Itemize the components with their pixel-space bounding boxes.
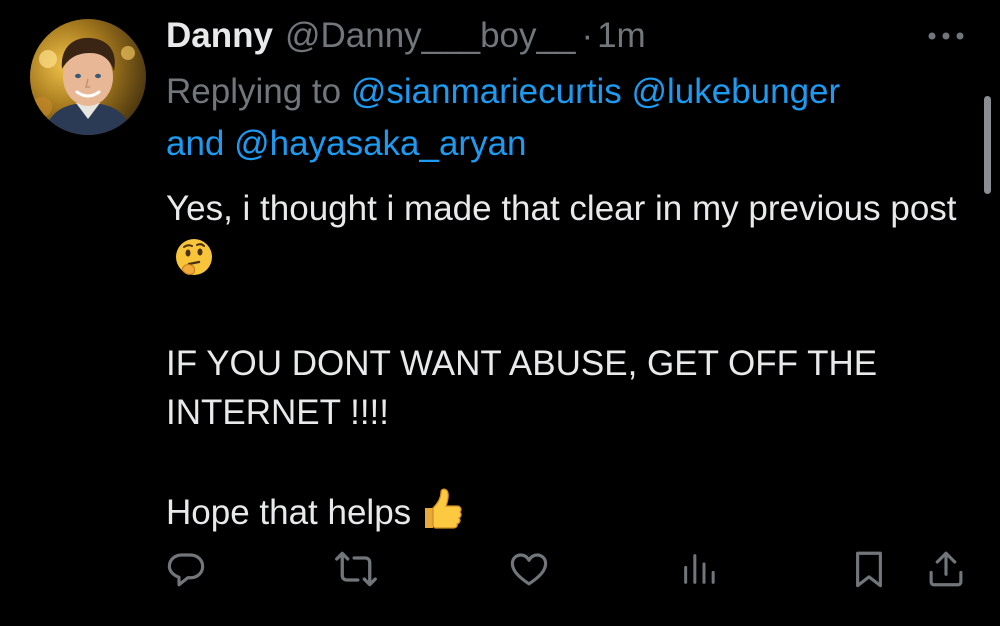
action-bar	[0, 545, 1000, 595]
tweet-paragraph: Yes, i thought i made that clear in my p…	[166, 184, 966, 290]
replying-prefix: Replying to	[166, 72, 342, 111]
thinking-face-emoji-icon	[174, 237, 214, 290]
tweet-text: Yes, i thought i made that clear in my p…	[166, 184, 966, 545]
bookmark-icon	[856, 551, 882, 588]
separator-dot: ·	[581, 16, 594, 55]
share-icon	[929, 551, 963, 587]
thumbs-up-emoji-icon	[419, 486, 465, 545]
avatar[interactable]	[30, 19, 146, 135]
more-icon	[928, 32, 964, 40]
author-name[interactable]: Danny	[166, 16, 273, 56]
tweet[interactable]: Danny @Danny___boy__ · 1m Replying to @s…	[0, 0, 1000, 626]
mention-link[interactable]: @hayasaka_aryan	[234, 124, 526, 163]
reply-button[interactable]	[162, 545, 210, 593]
more-options-button[interactable]	[920, 22, 972, 50]
heart-icon	[510, 553, 548, 586]
reply-icon	[167, 553, 205, 587]
mention-joiner[interactable]: and	[166, 124, 224, 163]
share-button[interactable]	[922, 545, 970, 593]
tweet-line: Yes, i thought i made that clear in my p…	[166, 189, 957, 228]
like-button[interactable]	[505, 545, 553, 593]
tweet-header: Danny @Danny___boy__ · 1m	[166, 14, 646, 58]
avatar-image	[30, 19, 146, 135]
author-handle[interactable]: @Danny___boy__	[285, 16, 575, 56]
mention-link[interactable]: @sianmariecurtis	[351, 72, 622, 111]
tweet-paragraph: Hope that helps	[166, 486, 966, 545]
timestamp[interactable]: 1m	[597, 16, 646, 56]
tweet-paragraph: IF YOU DONT WANT ABUSE, GET OFF THE INTE…	[166, 339, 966, 437]
retweet-button[interactable]	[332, 545, 380, 593]
bar-chart-icon	[684, 554, 715, 584]
views-button[interactable]	[675, 545, 723, 593]
retweet-icon	[335, 551, 377, 587]
scrollbar[interactable]	[984, 96, 991, 194]
tweet-line: IF YOU DONT WANT ABUSE, GET OFF THE INTE…	[166, 344, 878, 432]
tweet-line: Hope that helps	[166, 493, 412, 532]
mention-link[interactable]: @lukebunger	[631, 72, 840, 111]
bookmark-button[interactable]	[845, 545, 893, 593]
replying-to: Replying to @sianmariecurtis @lukebunger…	[166, 66, 946, 170]
